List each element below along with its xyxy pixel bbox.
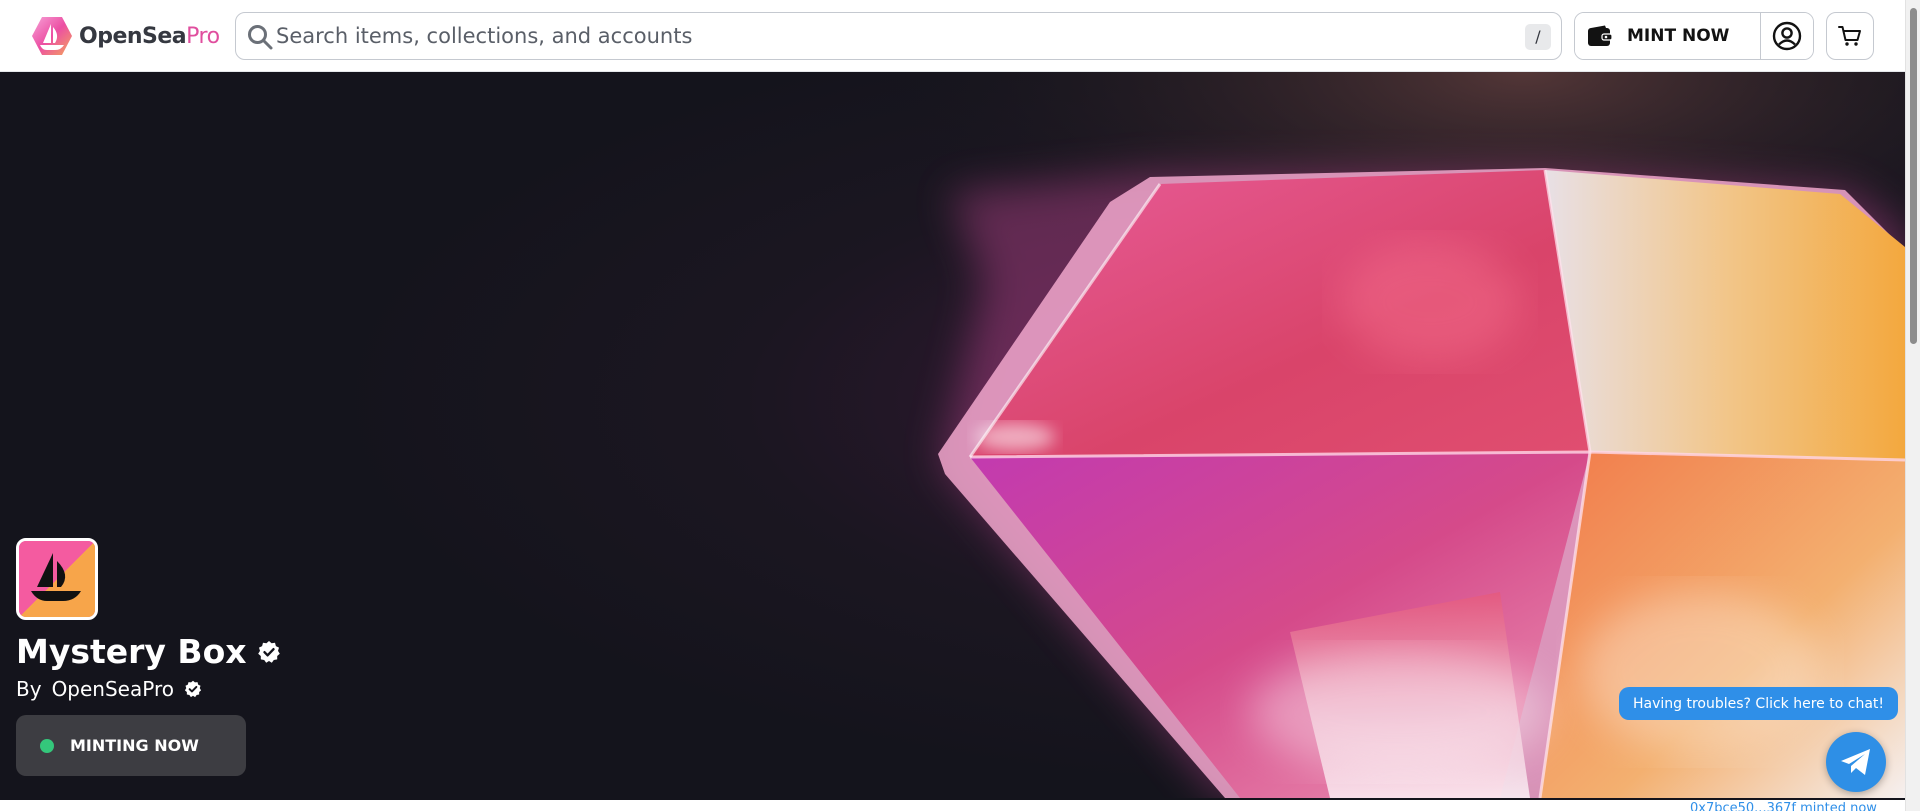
- creator-row: By OpenSeaPro: [16, 677, 202, 701]
- opensea-pro-hex-logo-icon: [32, 17, 72, 55]
- search-icon: [248, 25, 273, 50]
- collection-hero-banner: Mystery Box By OpenSeaPro MINTING NOW Ha…: [0, 72, 1905, 798]
- brand-wordmark: OpenSeaPro: [79, 24, 220, 49]
- opensea-pro-logo[interactable]: OpenSeaPro: [31, 16, 220, 56]
- top-nav-bar: OpenSeaPro / MINT NOW: [0, 0, 1905, 72]
- status-dot: [40, 738, 54, 753]
- mint-activity-strip: 0x7bce50...367f minted now: [0, 798, 1905, 811]
- minting-status-label: MINTING NOW: [70, 736, 199, 755]
- by-label: By: [16, 677, 42, 701]
- page-scrollbar[interactable]: [1905, 0, 1920, 811]
- search-input[interactable]: [276, 19, 1506, 53]
- opensea-ship-icon: [19, 541, 95, 617]
- support-chat-label: Having troubles? Click here to chat!: [1633, 695, 1884, 712]
- support-chat-prompt[interactable]: Having troubles? Click here to chat!: [1619, 687, 1898, 720]
- collection-name: Mystery Box: [16, 632, 247, 671]
- collection-avatar: [16, 538, 98, 620]
- brand-name: OpenSea: [79, 23, 187, 49]
- mint-activity-ticker: 0x7bce50...367f minted now: [1690, 801, 1877, 811]
- collection-title-row: Mystery Box: [16, 632, 281, 671]
- telegram-icon: [1841, 749, 1870, 775]
- mint-now-label: MINT NOW: [1627, 26, 1730, 46]
- account-button[interactable]: [1761, 13, 1813, 59]
- creator-link[interactable]: OpenSeaPro: [52, 677, 174, 701]
- cart-button[interactable]: [1826, 12, 1874, 60]
- verified-badge-icon: [257, 640, 280, 663]
- header-action-group: MINT NOW: [1574, 12, 1814, 60]
- search-bar[interactable]: /: [235, 12, 1562, 60]
- brand-suffix: Pro: [186, 23, 220, 49]
- scrollbar-thumb[interactable]: [1910, 8, 1917, 344]
- verified-badge-icon: [184, 680, 202, 698]
- minting-status-badge: MINTING NOW: [16, 715, 246, 776]
- telegram-chat-button[interactable]: [1826, 732, 1886, 792]
- search-shortcut-key: /: [1525, 24, 1551, 50]
- mystery-box-gem-artwork: [0, 72, 1905, 798]
- wallet-icon: [1588, 25, 1613, 46]
- account-circle-icon: [1772, 21, 1802, 51]
- mint-now-button[interactable]: MINT NOW: [1575, 13, 1761, 59]
- cart-icon: [1838, 26, 1861, 46]
